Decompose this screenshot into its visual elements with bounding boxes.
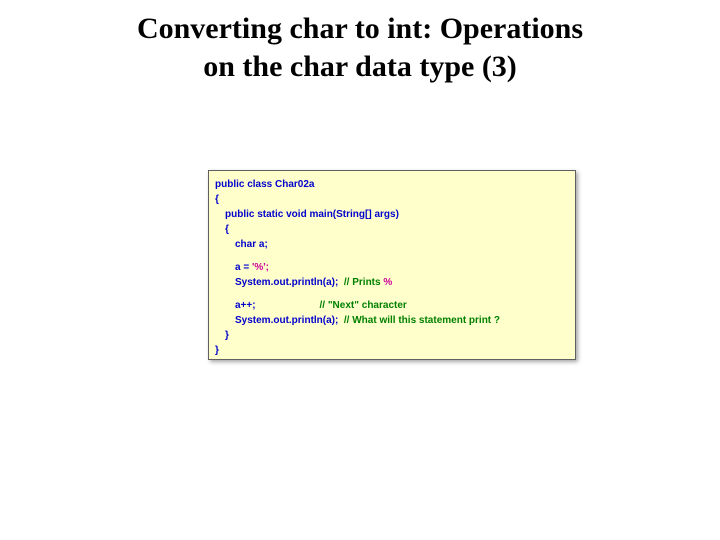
code-block: public class Char02a { public static voi… [208, 170, 576, 360]
blank-line [215, 252, 569, 260]
code-line: a++; // "Next" character [215, 298, 569, 313]
title-line-1: Converting char to int: Operations [137, 12, 583, 45]
code-line: } [215, 343, 569, 358]
code-line: public class Char02a [215, 177, 569, 192]
code-line: System.out.println(a); // Prints % [215, 275, 569, 290]
code-line: public static void main(String[] args) [215, 207, 569, 222]
code-line: char a; [215, 237, 569, 252]
code-line: { [215, 192, 569, 207]
blank-line [215, 290, 569, 298]
code-line: } [215, 328, 569, 343]
code-line: System.out.println(a); // What will this… [215, 313, 569, 328]
code-line: a = '%'; [215, 260, 569, 275]
code-line: { [215, 222, 569, 237]
slide: Converting char to int: Operations on th… [0, 0, 720, 540]
title-line-2: on the char data type (3) [203, 50, 517, 83]
slide-title: Converting char to int: Operations on th… [0, 0, 720, 85]
